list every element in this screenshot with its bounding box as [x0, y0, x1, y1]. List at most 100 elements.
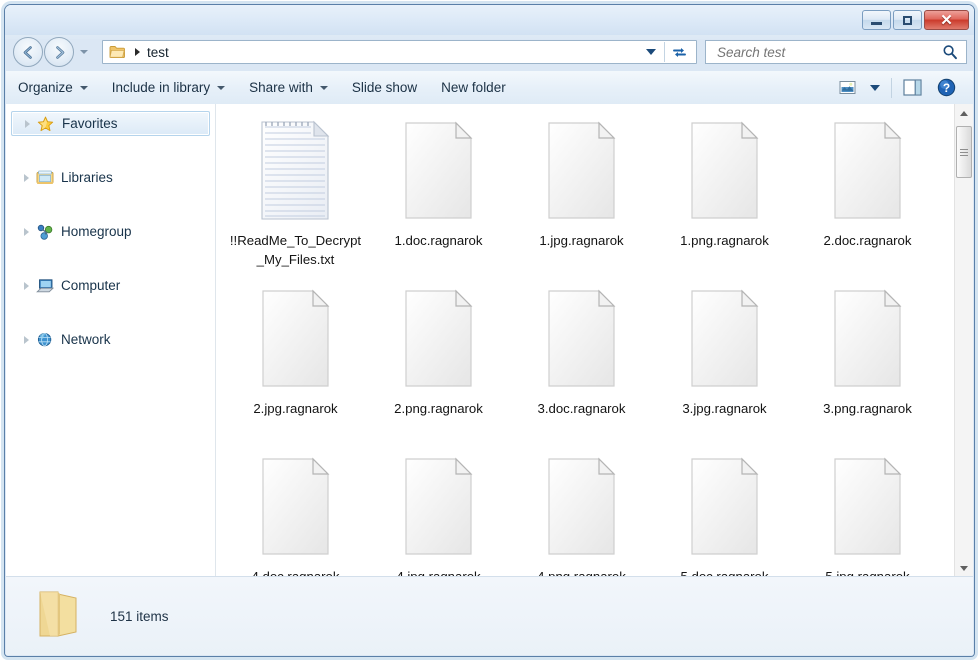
minimize-icon: [871, 22, 882, 25]
sidebar-item-label: Homegroup: [61, 224, 132, 239]
file-item[interactable]: 4.jpg.ragnarok: [367, 448, 510, 577]
recent-pages-button[interactable]: [79, 47, 89, 57]
expand-arrow-icon[interactable]: [24, 282, 29, 290]
close-button[interactable]: ✕: [924, 10, 969, 30]
blank-document-icon: [399, 286, 479, 394]
view-options-dropdown[interactable]: [863, 85, 887, 91]
close-icon: ✕: [940, 13, 953, 28]
blank-document-icon: [685, 118, 765, 226]
sidebar-item-libraries[interactable]: Libraries: [11, 165, 210, 190]
toolbar-item-label: New folder: [441, 80, 506, 95]
refresh-icon: [671, 45, 688, 60]
computer-icon: [36, 278, 54, 294]
file-label: !!ReadMe_To_Decrypt_My_Files.txt: [230, 232, 362, 269]
status-bar: 151 items: [6, 576, 973, 655]
search-input[interactable]: [715, 44, 934, 61]
file-label: 3.png.ragnarok: [802, 400, 934, 419]
preview-pane-icon: [903, 79, 923, 96]
file-item[interactable]: 4.doc.ragnarok: [224, 448, 367, 577]
file-list-pane[interactable]: !!ReadMe_To_Decrypt_My_Files.txt 1.doc.r…: [216, 104, 973, 577]
file-item[interactable]: 3.doc.ragnarok: [510, 280, 653, 448]
sidebar-item-label: Network: [61, 332, 111, 347]
chevron-down-icon: [80, 50, 88, 54]
file-item[interactable]: 2.jpg.ragnarok: [224, 280, 367, 448]
star-icon: [37, 116, 55, 132]
file-item[interactable]: !!ReadMe_To_Decrypt_My_Files.txt: [224, 112, 367, 280]
blank-document-icon: [542, 118, 622, 226]
grip-icon: [960, 147, 968, 158]
back-button[interactable]: [13, 37, 43, 67]
file-item[interactable]: 1.doc.ragnarok: [367, 112, 510, 280]
scroll-up-button[interactable]: [955, 104, 973, 122]
toolbar-item-include-in-library[interactable]: Include in library: [100, 72, 237, 103]
preview-pane-button[interactable]: [896, 79, 930, 96]
toolbar-item-new-folder[interactable]: New folder: [429, 72, 518, 103]
toolbar-item-label: Organize: [18, 80, 73, 95]
file-item[interactable]: 1.jpg.ragnarok: [510, 112, 653, 280]
window-inner: ✕: [5, 5, 974, 656]
address-bar-row: test: [5, 35, 974, 71]
blank-document-icon: [828, 454, 908, 562]
sidebar-item-label: Libraries: [61, 170, 113, 185]
toolbar-item-label: Share with: [249, 80, 313, 95]
file-item[interactable]: 5.jpg.ragnarok: [796, 448, 939, 577]
search-box[interactable]: [705, 40, 967, 64]
file-label: 2.jpg.ragnarok: [230, 400, 362, 419]
file-item[interactable]: 3.jpg.ragnarok: [653, 280, 796, 448]
toolbar-item-share-with[interactable]: Share with: [237, 72, 340, 103]
previous-locations-button[interactable]: [640, 41, 662, 63]
change-view-button[interactable]: [832, 80, 863, 95]
blank-document-icon: [685, 286, 765, 394]
sidebar-item-favorites[interactable]: Favorites: [11, 111, 210, 136]
vertical-scrollbar[interactable]: [954, 104, 973, 577]
file-item[interactable]: 4.png.ragnarok: [510, 448, 653, 577]
expand-arrow-icon[interactable]: [24, 174, 29, 182]
toolbar-item-slide-show[interactable]: Slide show: [340, 72, 429, 103]
breadcrumb-bar[interactable]: test: [102, 40, 697, 64]
sidebar-item-network[interactable]: Network: [11, 327, 210, 352]
blank-document-icon: [828, 286, 908, 394]
scrollbar-thumb[interactable]: [956, 126, 972, 178]
sidebar-item-homegroup[interactable]: Homegroup: [11, 219, 210, 244]
toolbar-item-organize[interactable]: Organize: [6, 72, 100, 103]
help-button[interactable]: ?: [930, 78, 963, 97]
file-label: 2.doc.ragnarok: [802, 232, 934, 251]
blank-document-icon: [685, 454, 765, 562]
chevron-down-icon: [320, 86, 328, 90]
file-item[interactable]: 1.png.ragnarok: [653, 112, 796, 280]
svg-text:?: ?: [943, 81, 950, 95]
expand-arrow-icon[interactable]: [24, 336, 29, 344]
file-item[interactable]: 2.doc.ragnarok: [796, 112, 939, 280]
minimize-button[interactable]: [862, 10, 891, 30]
blank-document-icon: [542, 286, 622, 394]
forward-button[interactable]: [44, 37, 74, 67]
file-item[interactable]: 3.png.ragnarok: [796, 280, 939, 448]
file-item[interactable]: 5.doc.ragnarok: [653, 448, 796, 577]
maximize-button[interactable]: [893, 10, 922, 30]
expand-arrow-icon[interactable]: [25, 120, 30, 128]
back-arrow-icon: [20, 44, 37, 61]
file-label: 1.jpg.ragnarok: [516, 232, 648, 251]
blank-document-icon: [828, 118, 908, 226]
blank-document-icon: [542, 454, 622, 562]
chevron-down-icon: [80, 86, 88, 90]
sidebar-item-label: Favorites: [62, 116, 118, 131]
status-item-count: 151 items: [110, 609, 169, 624]
chevron-down-icon: [217, 86, 225, 90]
explorer-window: ✕: [4, 4, 975, 657]
scroll-down-button[interactable]: [955, 559, 973, 577]
text-file-icon: [256, 118, 336, 226]
sidebar-item-label: Computer: [61, 278, 120, 293]
command-toolbar: Organize Include in library Share with S…: [6, 71, 973, 105]
refresh-button[interactable]: [664, 42, 694, 62]
chevron-down-icon: [960, 566, 968, 571]
file-item[interactable]: 2.png.ragnarok: [367, 280, 510, 448]
maximize-icon: [903, 16, 912, 25]
blank-document-icon: [399, 454, 479, 562]
toolbar-right-group: ?: [832, 72, 973, 103]
help-icon: ?: [937, 78, 956, 97]
sidebar-item-computer[interactable]: Computer: [11, 273, 210, 298]
file-grid: !!ReadMe_To_Decrypt_My_Files.txt 1.doc.r…: [224, 112, 951, 577]
expand-arrow-icon[interactable]: [24, 228, 29, 236]
navigation-pane: Favorites Libraries: [6, 104, 216, 577]
